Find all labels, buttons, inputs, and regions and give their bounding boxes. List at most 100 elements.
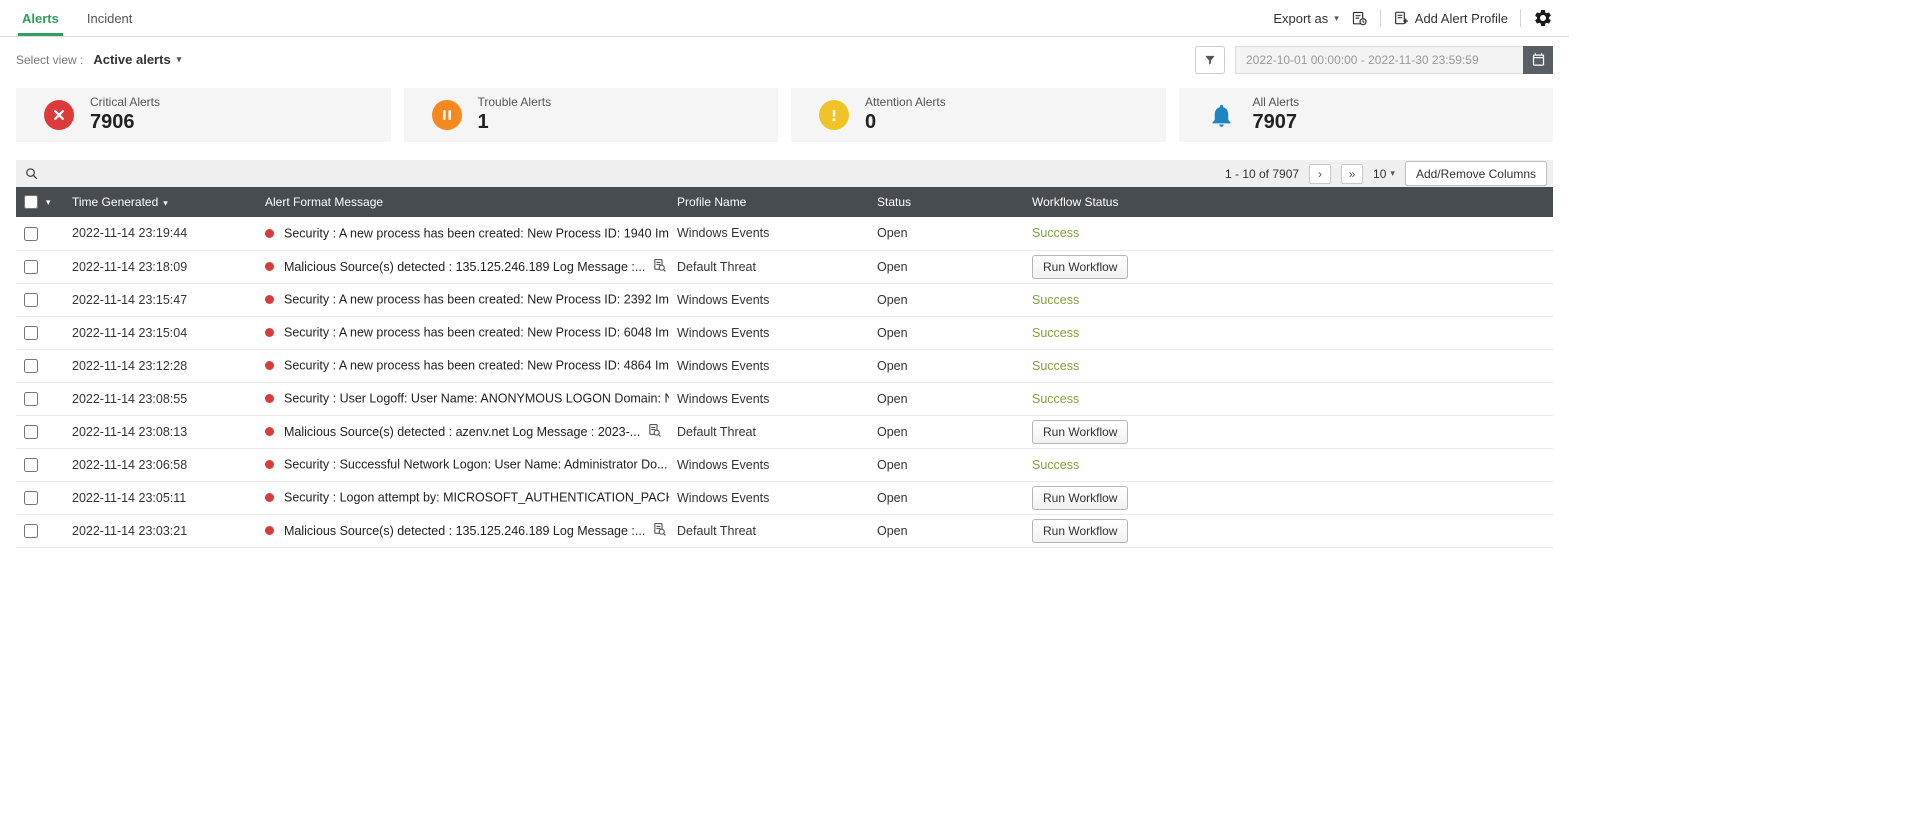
log-search-icon[interactable] [647,423,662,441]
table-row: 2022-11-14 23:15:47 Security : A new proc… [16,283,1553,317]
row-checkbox[interactable] [24,457,38,472]
workflow-status-cell: Success [1024,217,1553,251]
column-header-time-generated[interactable]: Time Generated ▾ [64,187,257,217]
pagination-controls: 1 - 10 of 7907 › » 10 ▾ Add/Remove Colum… [1225,161,1547,186]
stat-card-label: All Alerts [1252,95,1300,109]
alert-message[interactable]: Security : User Logoff: User Name: ANONY… [284,392,669,406]
selected-view-label: Active alerts [93,52,171,67]
profile-name-cell: Default Threat [669,415,869,449]
alert-message-cell: Malicious Source(s) detected : 135.125.2… [257,514,669,548]
last-page-button[interactable]: » [1341,163,1364,184]
date-range-field [1235,45,1553,74]
run-workflow-button[interactable]: Run Workflow [1032,419,1129,444]
time-generated-cell: 2022-11-14 23:08:55 [64,382,257,416]
row-checkbox[interactable] [24,490,38,505]
alert-message[interactable]: Security : A new process has been create… [284,326,669,340]
severity-dot [265,295,274,305]
caret-down-icon: ▾ [176,54,182,64]
row-checkbox[interactable] [24,523,38,538]
status-cell: Open [869,415,1024,449]
stat-card-attention[interactable]: Attention Alerts 0 [791,88,1166,142]
severity-dot [265,394,274,404]
critical-icon [44,100,74,130]
page-size-select[interactable]: 10 ▾ [1373,167,1395,181]
row-select-cell [16,250,64,284]
alert-summary-cards: Critical Alerts 7906 Trouble Alerts 1 At… [0,82,1569,148]
time-generated-cell: 2022-11-14 23:19:44 [64,217,257,251]
row-checkbox[interactable] [24,325,38,340]
stat-card-value: 7907 [1252,111,1298,133]
row-select-cell [16,481,64,515]
schedule-report-icon[interactable] [1351,10,1368,27]
column-header-select: ▾ [16,187,64,217]
stat-card-label: Critical Alerts [90,95,161,109]
caret-down-icon: ▾ [1390,168,1395,178]
profile-name-cell: Windows Events [669,349,869,383]
profile-name-cell: Windows Events [669,382,869,416]
time-generated-cell: 2022-11-14 23:06:58 [64,448,257,482]
filter-button[interactable] [1195,45,1225,74]
time-generated-cell: 2022-11-14 23:05:11 [64,481,257,515]
stat-card-critical[interactable]: Critical Alerts 7906 [16,88,391,142]
row-checkbox[interactable] [24,226,38,241]
log-search-icon[interactable] [652,258,667,276]
tab-incident[interactable]: Incident [73,0,147,36]
sort-caret-icon: ▾ [163,198,168,208]
time-generated-cell: 2022-11-14 23:18:09 [64,250,257,284]
row-select-cell [16,448,64,482]
alert-message-cell: Security : A new process has been create… [257,349,669,383]
table-row: 2022-11-14 23:19:44 Security : A new proc… [16,217,1553,251]
alert-message[interactable]: Security : Successful Network Logon: Use… [284,458,667,472]
log-search-icon[interactable] [652,522,667,540]
run-workflow-button[interactable]: Run Workflow [1032,485,1129,510]
row-checkbox[interactable] [24,424,38,439]
table-row: 2022-11-14 23:05:11 Security : Logon atte… [16,481,1553,515]
stat-card-trouble[interactable]: Trouble Alerts 1 [403,88,778,142]
stat-card-value: 0 [865,111,877,133]
severity-dot [265,427,274,436]
severity-dot [265,526,274,535]
workflow-status-cell: Success [1024,448,1553,482]
workflow-status-cell: Run Workflow [1024,415,1553,449]
time-generated-cell: 2022-11-14 23:03:21 [64,514,257,548]
stat-card-value: 7906 [90,111,135,133]
date-range-input[interactable] [1235,45,1553,74]
time-generated-cell: 2022-11-14 23:08:13 [64,415,257,449]
run-workflow-button[interactable]: Run Workflow [1032,518,1129,543]
add-alert-profile-label: Add Alert Profile [1414,10,1508,26]
time-generated-cell: 2022-11-14 23:15:04 [64,316,257,350]
alerts-page: Alerts Incident Export as ▾ Add Alert Pr… [0,0,1569,548]
row-select-cell [16,349,64,383]
alert-message[interactable]: Malicious Source(s) detected : azenv.net… [284,425,640,439]
row-checkbox[interactable] [24,292,38,307]
status-cell: Open [869,250,1024,284]
row-checkbox[interactable] [24,391,38,406]
add-remove-columns-button[interactable]: Add/Remove Columns [1404,161,1547,186]
alert-message[interactable]: Malicious Source(s) detected : 135.125.2… [284,260,645,274]
time-generated-cell: 2022-11-14 23:15:47 [64,283,257,317]
severity-dot [265,361,274,371]
stat-card-all[interactable]: All Alerts 7907 [1178,88,1553,142]
checkbox-dropdown-caret[interactable]: ▾ [46,197,51,208]
table-row: 2022-11-14 23:03:21 Malicious Source(s) d… [16,514,1553,548]
stat-card-value: 1 [477,111,489,133]
next-page-button[interactable]: › [1309,163,1332,184]
view-selector[interactable]: Active alerts ▾ [93,52,181,67]
row-checkbox[interactable] [24,259,38,274]
row-checkbox[interactable] [24,358,38,373]
add-alert-profile-button[interactable]: Add Alert Profile [1393,10,1508,26]
divider [1520,9,1521,27]
alert-message[interactable]: Malicious Source(s) detected : 135.125.2… [284,524,645,538]
run-workflow-button[interactable]: Run Workflow [1032,254,1129,279]
alert-message[interactable]: Security : A new process has been create… [284,227,669,241]
page-size-value: 10 [1373,166,1387,181]
alert-message[interactable]: Security : A new process has been create… [284,359,669,373]
export-as-button[interactable]: Export as ▾ [1273,11,1338,26]
table-search-icon[interactable] [24,166,39,181]
settings-gear-icon[interactable] [1533,8,1553,28]
alert-message[interactable]: Security : Logon attempt by: MICROSOFT_A… [284,491,669,505]
tab-alerts[interactable]: Alerts [8,0,73,36]
calendar-button[interactable] [1523,45,1553,74]
alert-message[interactable]: Security : A new process has been create… [284,293,669,307]
select-all-checkbox[interactable] [24,195,38,209]
